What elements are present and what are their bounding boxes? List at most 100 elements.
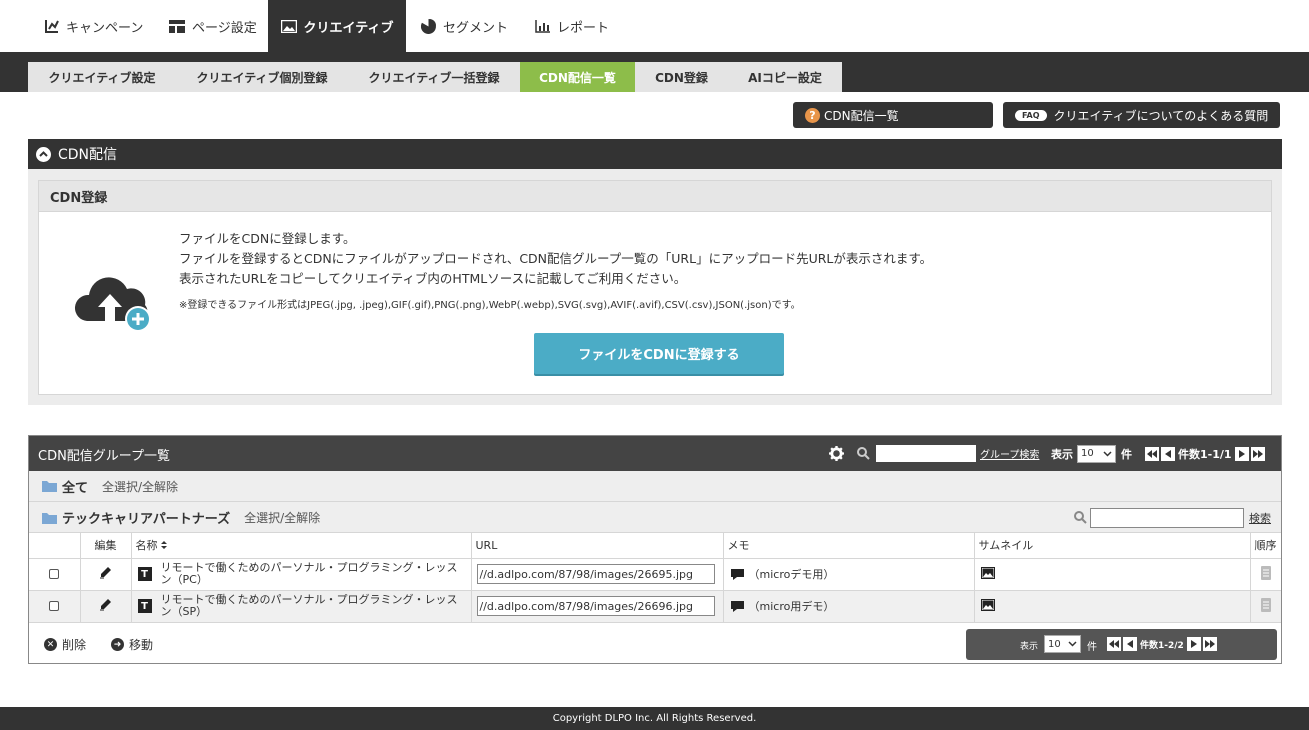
file-name-line-2: ン（PC）: [160, 573, 208, 586]
collapse-chevron-up-icon[interactable]: [36, 146, 51, 162]
select-all-toggle[interactable]: 全選択/全解除: [102, 478, 178, 495]
cdn-list-help-button[interactable]: ? CDN配信一覧: [793, 102, 993, 128]
tab-report-label: レポート: [557, 20, 610, 36]
subtab-cdn-register[interactable]: CDN登録: [635, 62, 728, 92]
text-type-icon: T: [137, 567, 152, 581]
memo-cell: （micro用デモ）: [723, 590, 975, 623]
tab-creative[interactable]: クリエイティブ: [268, 0, 406, 52]
bottom-pager-controls: 件数1-2/2: [1107, 637, 1217, 651]
bottom-per-page-value: 10: [1048, 638, 1061, 650]
chevron-down-icon: [1103, 450, 1112, 457]
subtab-cdn-list[interactable]: CDN配信一覧: [520, 62, 635, 92]
file-name-line-2: ン（SP）: [160, 605, 208, 618]
col-checkbox: [29, 533, 81, 559]
pencil-icon[interactable]: [99, 566, 112, 579]
cdn-desc-line-3: 表示されたURLをコピーしてクリエイティブ内のHTMLソースに記載してご利用くだ…: [179, 271, 687, 286]
settings-gear-icon[interactable]: [829, 436, 844, 471]
per-page-value: 10: [1081, 448, 1094, 459]
col-edit: 編集: [80, 533, 132, 559]
group-search-input-wrap: [876, 436, 976, 471]
bottom-display-label: 表示: [1020, 642, 1039, 652]
image-icon: [280, 19, 297, 33]
group-search-input[interactable]: [876, 445, 976, 462]
folder-select-all-toggle[interactable]: 全選択/全解除: [244, 509, 320, 526]
comment-icon: [730, 568, 744, 580]
tab-page-settings-label: ページ設定: [192, 20, 257, 36]
next-page-icon[interactable]: [1186, 637, 1201, 651]
folder-icon: [42, 481, 57, 492]
comment-icon: [730, 600, 744, 612]
subtab-creative-settings[interactable]: クリエイティブ設定: [28, 62, 176, 92]
subtab-creative-bulk[interactable]: クリエイティブ一括登録: [348, 62, 520, 92]
register-to-cdn-button[interactable]: ファイルをCDNに登録する: [534, 333, 784, 374]
folder-row: テックキャリアパートナーズ 全選択/全解除 検索: [29, 502, 1281, 533]
last-page-icon[interactable]: [1202, 637, 1217, 651]
col-name-label: 名称: [135, 539, 158, 553]
count-unit: 件: [1121, 436, 1132, 471]
drag-handle-icon[interactable]: [1260, 565, 1271, 580]
group-search-magnifier-icon: [857, 436, 870, 471]
subtab-creative-single[interactable]: クリエイティブ個別登録: [176, 62, 348, 92]
count-text: 件数1-1/1: [1178, 447, 1232, 461]
tab-page-settings[interactable]: ページ設定: [169, 0, 257, 52]
per-page-select[interactable]: 10: [1077, 444, 1116, 463]
cdn-list-help-label: CDN配信一覧: [824, 108, 899, 123]
cdn-desc-line-2: ファイルを登録するとCDNにファイルがアップロードされ、CDN配信グループ一覧の…: [179, 251, 933, 266]
thumbnail-cell: [974, 558, 1251, 591]
group-search-link-label: グループ検索: [980, 450, 1040, 461]
group-search-link[interactable]: グループ検索: [980, 436, 1039, 471]
bottom-per-page-select[interactable]: 10: [1044, 635, 1081, 653]
tab-campaign[interactable]: キャンペーン: [45, 0, 143, 52]
folder-name[interactable]: テックキャリアパートナーズ: [62, 508, 230, 527]
url-field[interactable]: //d.adlpo.com/87/98/images/26695.jpg: [476, 564, 715, 584]
tab-segment[interactable]: セグメント: [421, 0, 508, 52]
row-checkbox[interactable]: [49, 569, 60, 579]
subtab-ai-copy[interactable]: AIコピー設定: [728, 62, 842, 92]
folder-search-input[interactable]: [1090, 507, 1244, 528]
table-header-row: 編集 名称 URL メモ サムネイル 順序: [29, 533, 1281, 559]
delete-x-icon: ✕: [44, 638, 57, 651]
subtab-label: AIコピー設定: [748, 70, 822, 85]
subtab-label: クリエイティブ個別登録: [196, 70, 328, 85]
first-page-icon[interactable]: [1145, 446, 1159, 461]
edit-cell: [80, 558, 132, 591]
bar-chart-icon: [535, 19, 550, 33]
order-cell: [1250, 590, 1281, 623]
first-page-icon[interactable]: [1107, 637, 1121, 651]
all-folder-label[interactable]: 全て: [62, 477, 88, 496]
display-label-text: 表示: [1051, 447, 1073, 461]
col-memo: メモ: [723, 533, 975, 559]
row-checkbox[interactable]: [49, 601, 60, 611]
thumbnail-image-icon[interactable]: [980, 566, 995, 579]
tab-report[interactable]: レポート: [535, 0, 609, 52]
campaign-chart-icon: [45, 20, 59, 33]
pencil-icon[interactable]: [99, 598, 112, 611]
bottom-pager: 表示 10 件 件数1-2/2: [966, 629, 1277, 660]
copyright-text: Copyright DLPO Inc. All Rights Reserved.: [552, 713, 757, 724]
memo-text: （micro用デモ）: [748, 600, 835, 613]
cdn-file-format-note: ※登録できるファイル形式はJPEG(.jpg, .jpeg),GIF(.gif)…: [179, 300, 801, 311]
file-name: リモートで働くためのパーソナル・プログラミング・レッス ン（PC）: [161, 562, 458, 586]
chevron-down-icon: [1068, 641, 1077, 647]
cdn-section-header[interactable]: CDN配信: [28, 139, 1282, 169]
subtab-label: クリエイティブ設定: [48, 70, 156, 85]
last-page-icon[interactable]: [1250, 446, 1265, 461]
next-page-icon[interactable]: [1234, 446, 1249, 461]
folder-row-left: テックキャリアパートナーズ 全選択/全解除: [42, 502, 320, 533]
table-row: T リモートで働くためのパーソナル・プログラミング・レッス ン（SP） //d.a…: [29, 590, 1281, 623]
delete-label: 削除: [62, 638, 87, 652]
url-field[interactable]: //d.adlpo.com/87/98/images/26696.jpg: [476, 596, 715, 616]
col-name[interactable]: 名称: [131, 533, 472, 559]
delete-button[interactable]: ✕ 削除: [44, 636, 86, 653]
bottom-count-text: 件数1-2/2: [1140, 640, 1184, 651]
prev-page-icon[interactable]: [1161, 446, 1175, 461]
folder-row-all: 全て 全選択/全解除: [29, 471, 1281, 502]
edit-cell: [80, 590, 132, 623]
drag-handle-icon[interactable]: [1260, 597, 1271, 612]
thumbnail-image-icon[interactable]: [980, 598, 995, 611]
folder-search-link[interactable]: 検索: [1249, 510, 1271, 526]
faq-button[interactable]: FAQ クリエイティブについてのよくある質問: [1003, 102, 1280, 128]
prev-page-icon[interactable]: [1123, 637, 1137, 651]
subtab-label: CDN登録: [655, 70, 708, 85]
move-button[interactable]: ➜ 移動: [111, 636, 153, 653]
